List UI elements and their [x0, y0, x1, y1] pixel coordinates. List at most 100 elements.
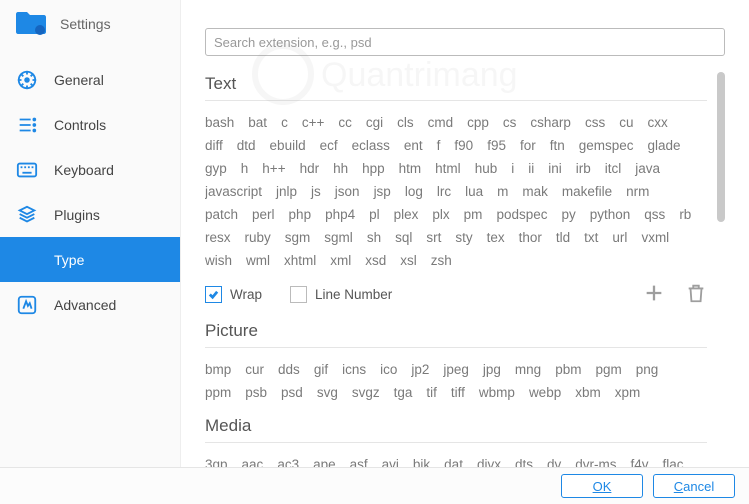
ext-tag[interactable]: bash	[205, 113, 234, 132]
ext-tag[interactable]: xsl	[400, 251, 417, 270]
ext-tag[interactable]: plx	[432, 205, 449, 224]
ext-tag[interactable]: c++	[302, 113, 325, 132]
ext-tag[interactable]: php	[289, 205, 312, 224]
sidebar-item-keyboard[interactable]: Keyboard	[0, 147, 180, 192]
ext-tag[interactable]: resx	[205, 228, 231, 247]
ext-tag[interactable]: flac	[663, 455, 684, 467]
sidebar-item-plugins[interactable]: Plugins	[0, 192, 180, 237]
ext-tag[interactable]: dts	[515, 455, 533, 467]
ext-tag[interactable]: php4	[325, 205, 355, 224]
ext-tag[interactable]: sty	[455, 228, 472, 247]
ext-tag[interactable]: hh	[333, 159, 348, 178]
ext-tag[interactable]: tga	[394, 383, 413, 402]
ext-tag[interactable]: patch	[205, 205, 238, 224]
ext-tag[interactable]: zsh	[431, 251, 452, 270]
ext-tag[interactable]: bik	[413, 455, 430, 467]
sidebar-item-controls[interactable]: Controls	[0, 102, 180, 147]
ext-tag[interactable]: makefile	[562, 182, 612, 201]
ext-tag[interactable]: sgm	[285, 228, 311, 247]
ext-tag[interactable]: tex	[487, 228, 505, 247]
ext-tag[interactable]: mak	[522, 182, 548, 201]
ext-tag[interactable]: tld	[556, 228, 570, 247]
search-input[interactable]	[205, 28, 725, 56]
ext-tag[interactable]: asf	[350, 455, 368, 467]
ext-tag[interactable]: rb	[679, 205, 691, 224]
ext-tag[interactable]: ent	[404, 136, 423, 155]
ext-tag[interactable]: python	[590, 205, 631, 224]
ext-tag[interactable]: plex	[394, 205, 419, 224]
ext-tag[interactable]: htm	[399, 159, 422, 178]
sidebar-item-general[interactable]: General	[0, 57, 180, 102]
ext-tag[interactable]: podspec	[496, 205, 547, 224]
sidebar-item-advanced[interactable]: Advanced	[0, 282, 180, 327]
ext-tag[interactable]: wish	[205, 251, 232, 270]
ext-tag[interactable]: ecf	[320, 136, 338, 155]
ext-tag[interactable]: bmp	[205, 360, 231, 379]
ext-tag[interactable]: hdr	[300, 159, 320, 178]
ext-tag[interactable]: irb	[576, 159, 591, 178]
ext-tag[interactable]: sql	[395, 228, 412, 247]
ext-tag[interactable]: javascript	[205, 182, 262, 201]
ext-tag[interactable]: vxml	[641, 228, 669, 247]
ext-tag[interactable]: srt	[426, 228, 441, 247]
ext-tag[interactable]: diff	[205, 136, 223, 155]
ext-tag[interactable]: ftn	[550, 136, 565, 155]
ext-tag[interactable]: pgm	[595, 360, 621, 379]
delete-icon[interactable]	[685, 282, 707, 307]
ext-tag[interactable]: pm	[464, 205, 483, 224]
ext-tag[interactable]: cgi	[366, 113, 383, 132]
ext-tag[interactable]: mng	[515, 360, 541, 379]
ext-tag[interactable]: svg	[317, 383, 338, 402]
ext-tag[interactable]: f90	[454, 136, 473, 155]
ext-tag[interactable]: m	[497, 182, 508, 201]
ext-tag[interactable]: jsp	[374, 182, 391, 201]
ext-tag[interactable]: dvr-ms	[575, 455, 616, 467]
ext-tag[interactable]: nrm	[626, 182, 649, 201]
wrap-checkbox[interactable]: Wrap	[205, 286, 262, 303]
ext-tag[interactable]: sh	[367, 228, 381, 247]
ext-tag[interactable]: cls	[397, 113, 414, 132]
ext-tag[interactable]: eclass	[352, 136, 390, 155]
ext-tag[interactable]: psd	[281, 383, 303, 402]
ext-tag[interactable]: xpm	[615, 383, 641, 402]
ext-tag[interactable]: itcl	[605, 159, 622, 178]
ext-tag[interactable]: js	[311, 182, 321, 201]
ext-tag[interactable]: glade	[648, 136, 681, 155]
ext-tag[interactable]: jp2	[411, 360, 429, 379]
ext-tag[interactable]: f4v	[631, 455, 649, 467]
ext-tag[interactable]: url	[612, 228, 627, 247]
ok-button[interactable]: OK	[561, 474, 643, 498]
ext-tag[interactable]: css	[585, 113, 605, 132]
ext-tag[interactable]: java	[635, 159, 660, 178]
ext-tag[interactable]: dds	[278, 360, 300, 379]
ext-tag[interactable]: cur	[245, 360, 264, 379]
ext-tag[interactable]: psb	[245, 383, 267, 402]
ext-tag[interactable]: h++	[262, 159, 285, 178]
ext-tag[interactable]: gemspec	[579, 136, 634, 155]
ext-tag[interactable]: jpg	[483, 360, 501, 379]
ext-tag[interactable]: i	[511, 159, 514, 178]
ext-tag[interactable]: csharp	[530, 113, 571, 132]
ext-tag[interactable]: icns	[342, 360, 366, 379]
cancel-button[interactable]: Cancel	[653, 474, 735, 498]
ext-tag[interactable]: jpeg	[443, 360, 469, 379]
ext-tag[interactable]: 3gp	[205, 455, 228, 467]
ext-tag[interactable]: lrc	[437, 182, 451, 201]
ext-tag[interactable]: xsd	[365, 251, 386, 270]
ext-tag[interactable]: tif	[426, 383, 437, 402]
ext-tag[interactable]: log	[405, 182, 423, 201]
ext-tag[interactable]: h	[241, 159, 249, 178]
ext-tag[interactable]: json	[335, 182, 360, 201]
ext-tag[interactable]: ii	[528, 159, 534, 178]
ext-tag[interactable]: f	[437, 136, 441, 155]
ext-tag[interactable]: hpp	[362, 159, 385, 178]
ext-tag[interactable]: cu	[619, 113, 633, 132]
ext-tag[interactable]: qss	[644, 205, 665, 224]
ext-tag[interactable]: lua	[465, 182, 483, 201]
ext-tag[interactable]: cc	[338, 113, 352, 132]
ext-tag[interactable]: pbm	[555, 360, 581, 379]
ext-tag[interactable]: tiff	[451, 383, 465, 402]
ext-tag[interactable]: ruby	[245, 228, 271, 247]
ext-tag[interactable]: xml	[330, 251, 351, 270]
ext-tag[interactable]: cmd	[428, 113, 454, 132]
